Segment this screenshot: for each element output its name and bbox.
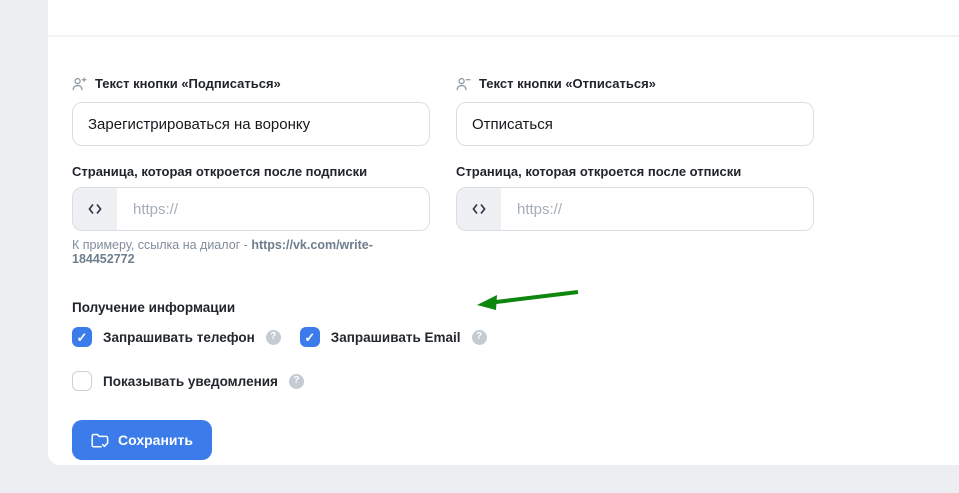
info-section-title: Получение информации xyxy=(72,300,236,315)
page: Текст кнопки «Подписаться» Текст кнопки … xyxy=(0,0,959,493)
code-icon[interactable] xyxy=(73,188,117,230)
subscribe-page-url-input[interactable] xyxy=(117,188,429,230)
unsubscribe-button-text-input[interactable] xyxy=(456,102,814,146)
subscribe-button-label-text: Текст кнопки «Подписаться» xyxy=(95,76,281,91)
email-checkbox[interactable]: ✓ xyxy=(299,327,320,347)
subscribe-button-text-input[interactable] xyxy=(72,102,430,146)
unsubscribe-page-label: Страница, которая откроется после отписк… xyxy=(456,164,814,179)
phone-checkbox-label: Запрашивать телефон xyxy=(103,329,255,345)
checkbox-item-email[interactable]: ✓ Запрашивать Email ? xyxy=(299,327,487,347)
code-icon[interactable] xyxy=(457,188,501,230)
check-icon: ✓ xyxy=(76,329,88,345)
notifications-checkbox[interactable]: ✓ xyxy=(72,371,92,391)
notifications-checkbox-label: Показывать уведомления xyxy=(103,373,278,389)
save-button[interactable]: Сохранить xyxy=(72,420,212,460)
checkbox-item-notifications[interactable]: ✓ Показывать уведомления ? xyxy=(72,371,304,391)
phone-checkbox[interactable]: ✓ xyxy=(72,327,92,347)
unsubscribe-page-url-input[interactable] xyxy=(501,188,813,230)
email-checkbox-label: Запрашивать Email xyxy=(330,329,461,345)
subscribe-button-field-wrap xyxy=(72,102,430,146)
unsubscribe-page-url-group xyxy=(456,187,814,231)
save-button-label: Сохранить xyxy=(118,432,193,448)
subscribe-button-label: Текст кнопки «Подписаться» xyxy=(72,76,430,91)
question-circle-icon[interactable]: ? xyxy=(265,329,281,345)
subscribe-page-label: Страница, которая откроется после подпис… xyxy=(72,164,430,179)
check-icon: ✓ xyxy=(304,329,316,345)
subscribe-page-label-text: Страница, которая откроется после подпис… xyxy=(72,164,368,179)
user-plus-icon xyxy=(72,76,87,91)
checkbox-item-phone[interactable]: ✓ Запрашивать телефон ? xyxy=(72,327,281,347)
subscribe-page-url-group xyxy=(72,187,430,231)
settings-card: Текст кнопки «Подписаться» Текст кнопки … xyxy=(48,0,959,465)
unsubscribe-button-field-wrap xyxy=(456,102,814,146)
card-body: Текст кнопки «Подписаться» Текст кнопки … xyxy=(48,37,959,460)
unsubscribe-page-label-text: Страница, которая откроется после отписк… xyxy=(456,164,742,179)
folder-check-icon xyxy=(91,433,109,448)
empty-cell xyxy=(456,231,814,266)
question-circle-icon[interactable]: ? xyxy=(288,373,304,389)
unsubscribe-button-label: Текст кнопки «Отписаться» xyxy=(456,76,814,91)
question-circle-icon[interactable]: ? xyxy=(471,329,487,345)
checkbox-row-2: ✓ Показывать уведомления ? xyxy=(72,371,935,391)
hint-prefix-text: К примеру, ссылка на диалог - xyxy=(72,238,252,252)
example-link-hint: К примеру, ссылка на диалог - https://vk… xyxy=(72,238,430,266)
form-grid: Текст кнопки «Подписаться» Текст кнопки … xyxy=(72,76,935,266)
checkbox-row-1: ✓ Запрашивать телефон ? ✓ Запрашивать Em… xyxy=(72,327,935,347)
unsubscribe-button-label-text: Текст кнопки «Отписаться» xyxy=(479,76,656,91)
user-minus-icon xyxy=(456,77,471,91)
card-header-divider xyxy=(48,0,959,37)
